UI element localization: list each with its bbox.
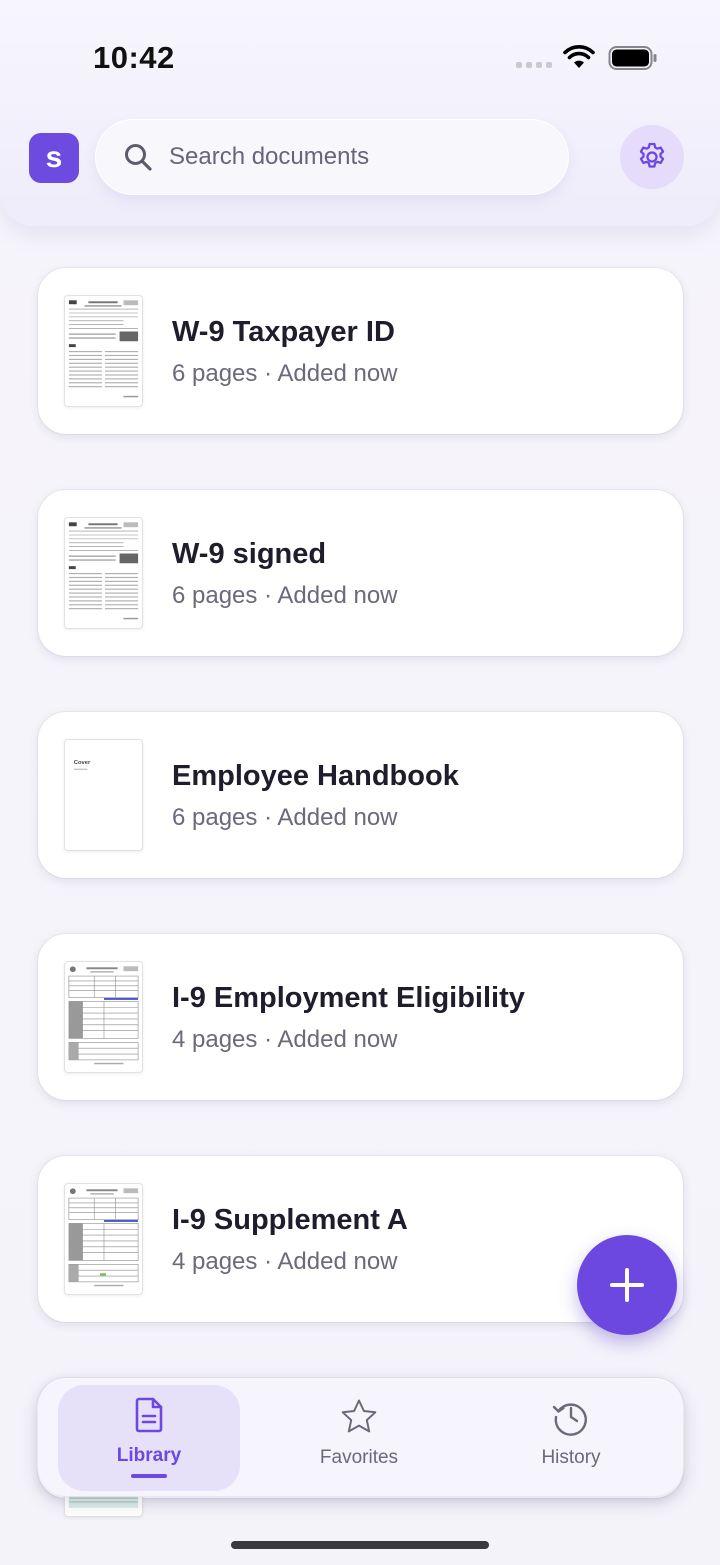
tab-history-label: History (541, 1447, 601, 1468)
search-input[interactable]: Search documents (95, 119, 569, 195)
search-icon (125, 144, 152, 171)
thumbnail-cover-label: Cover (74, 760, 91, 766)
document-thumbnail: Cover (64, 739, 143, 851)
tab-favorites-label: Favorites (319, 1447, 399, 1468)
document-thumbnail (64, 1183, 143, 1295)
gear-icon (639, 142, 665, 168)
app-logo[interactable]: s (29, 133, 79, 183)
settings-button[interactable] (620, 125, 684, 189)
document-meta: 6 pages · Added now (172, 804, 398, 831)
battery-icon (608, 46, 657, 70)
tab-library[interactable]: Library (58, 1385, 240, 1491)
add-document-button[interactable] (577, 1235, 677, 1335)
document-meta: 6 pages · Added now (172, 582, 398, 609)
document-thumbnail (64, 517, 143, 629)
tab-history[interactable]: History (480, 1379, 662, 1496)
home-indicator (231, 1541, 489, 1549)
document-title: W-9 signed (172, 538, 327, 570)
wifi-icon (563, 45, 595, 68)
history-icon (552, 1403, 587, 1436)
bottom-nav: Library Favorites History (38, 1379, 683, 1496)
document-meta: 4 pages · Added now (172, 1248, 398, 1275)
active-tab-indicator (131, 1474, 167, 1478)
document-card[interactable]: W-9 Taxpayer ID 6 pages · Added now (38, 268, 683, 434)
document-icon (135, 1397, 163, 1433)
document-title: I-9 Supplement A (172, 1204, 408, 1236)
tab-library-label: Library (116, 1445, 182, 1466)
document-thumbnail (64, 961, 143, 1073)
document-list: W-9 Taxpayer ID 6 pages · Added now W-9 … (38, 268, 683, 1554)
document-meta: 4 pages · Added now (172, 1026, 398, 1053)
status-time: 10:42 (93, 40, 175, 75)
document-card[interactable]: I-9 Employment Eligibility 4 pages · Add… (38, 934, 683, 1100)
library-screen: 10:42 s Search documents W-9 Taxpayer ID… (0, 0, 720, 1565)
search-placeholder: Search documents (169, 143, 370, 170)
document-card[interactable]: Cover Employee Handbook 6 pages · Added … (38, 712, 683, 878)
document-thumbnail (64, 295, 143, 407)
document-title: I-9 Employment Eligibility (172, 982, 525, 1014)
cellular-signal-icon (516, 62, 552, 68)
document-meta: 6 pages · Added now (172, 360, 398, 387)
tab-favorites[interactable]: Favorites (268, 1379, 450, 1496)
document-card[interactable]: W-9 signed 6 pages · Added now (38, 490, 683, 656)
document-title: Employee Handbook (172, 760, 459, 792)
plus-icon (610, 1268, 644, 1302)
document-title: W-9 Taxpayer ID (172, 316, 395, 348)
star-icon (341, 1399, 377, 1433)
